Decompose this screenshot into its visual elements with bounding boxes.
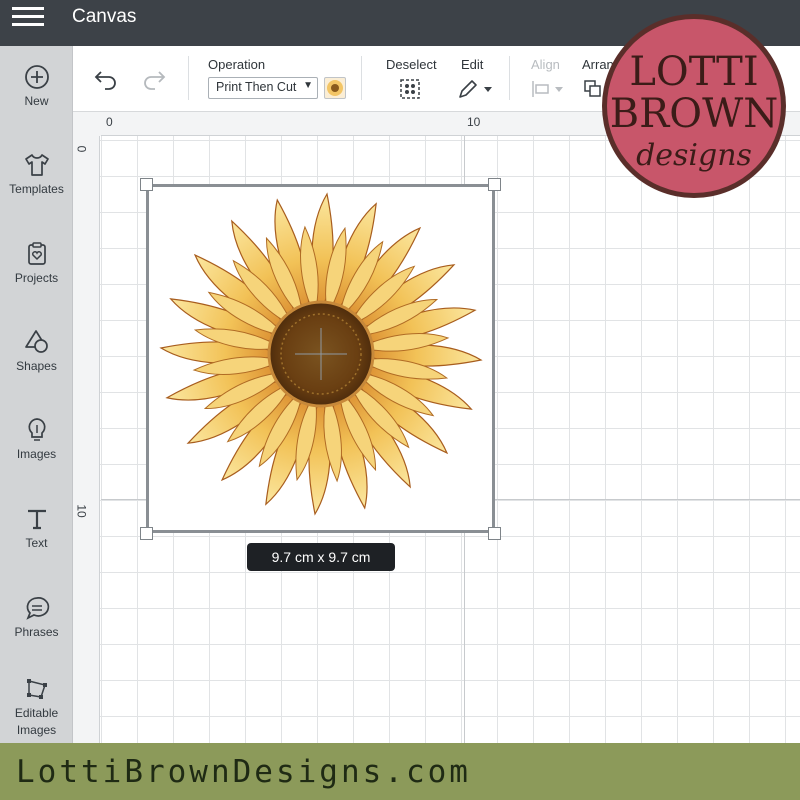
operation-select[interactable]: Print Then Cut ▼ <box>208 77 318 99</box>
image-swatch[interactable] <box>324 77 346 99</box>
sidebar-item-editable-images[interactable]: Editable Images <box>0 676 72 743</box>
left-sidebar: New Templates Projects Shapes Images Tex… <box>0 46 73 743</box>
undo-icon[interactable] <box>93 68 119 90</box>
bottom-banner: LottiBrownDesigns.com <box>0 743 800 800</box>
sidebar-item-label: Text <box>25 536 48 550</box>
operation-label: Operation <box>208 57 266 72</box>
edit-label: Edit <box>461 57 484 72</box>
clipboard-heart-icon <box>27 242 46 265</box>
ruler-top-tick: 0 <box>106 115 113 129</box>
redo-icon[interactable] <box>141 68 167 90</box>
sidebar-item-templates[interactable]: Templates <box>0 152 72 232</box>
resize-handle-top-left[interactable] <box>140 178 153 191</box>
shapes-icon <box>24 330 48 353</box>
operation-value: Print Then Cut <box>216 80 297 94</box>
sidebar-item-label-line2: Images <box>16 723 57 737</box>
sunflower-thumbnail-icon <box>327 80 343 96</box>
size-tooltip: 9.7 cm x 9.7 cm <box>247 543 395 571</box>
toolbar-divider <box>188 56 189 100</box>
sidebar-item-label: Editable <box>14 706 59 720</box>
sidebar-item-label: Images <box>16 447 57 461</box>
logo-line1: LOTTI <box>629 49 758 95</box>
page-title: Canvas <box>72 6 137 27</box>
banner-text: LottiBrownDesigns.com <box>16 754 471 790</box>
logo-line3: designs <box>636 138 752 173</box>
lightbulb-icon <box>27 418 46 441</box>
align-icon[interactable] <box>531 80 565 98</box>
align-label: Align <box>531 57 560 72</box>
resize-handle-bottom-left[interactable] <box>140 527 153 540</box>
logo-line2: BROWN <box>610 91 778 137</box>
sidebar-item-text[interactable]: Text <box>0 506 72 586</box>
edit-pencil-icon[interactable] <box>458 79 492 99</box>
resize-handle-top-right[interactable] <box>488 178 501 191</box>
sidebar-item-label: New <box>24 94 49 108</box>
sidebar-item-label: Projects <box>14 271 59 285</box>
plus-circle-icon <box>24 65 49 89</box>
sidebar-item-phrases[interactable]: Phrases <box>0 595 72 675</box>
ruler-corner <box>73 112 101 136</box>
toolbar-divider <box>509 56 510 100</box>
ruler-left <box>73 112 100 743</box>
deselect-icon[interactable] <box>399 78 421 100</box>
ruler-top-tick: 10 <box>467 115 481 129</box>
sidebar-item-label: Shapes <box>16 359 57 373</box>
resize-handle-bottom-right[interactable] <box>488 527 501 540</box>
brand-logo-lettering: LOTTI BROWN designs <box>610 49 778 173</box>
speech-bubble-icon <box>25 597 49 620</box>
sidebar-item-projects[interactable]: Projects <box>0 241 72 321</box>
sidebar-item-images[interactable]: Images <box>0 417 72 497</box>
sidebar-item-shapes[interactable]: Shapes <box>0 329 72 409</box>
selected-image-box[interactable] <box>146 184 495 533</box>
editable-image-icon <box>26 679 47 699</box>
text-t-icon <box>27 509 46 530</box>
ruler-left-tick: 10 <box>74 504 89 518</box>
sidebar-item-label: Templates <box>9 182 64 196</box>
brand-logo-fill: LOTTI BROWN designs <box>607 19 781 193</box>
deselect-label: Deselect <box>386 57 437 72</box>
caret-down-icon: ▼ <box>303 80 313 91</box>
brand-logo: LOTTI BROWN designs <box>602 14 786 198</box>
sidebar-item-new[interactable]: New <box>0 64 72 144</box>
sidebar-item-label: Phrases <box>14 625 59 639</box>
toolbar-divider <box>361 56 362 100</box>
ruler-left-tick: 0 <box>74 145 89 153</box>
tshirt-icon <box>24 154 49 176</box>
hamburger-menu-icon[interactable] <box>12 7 44 27</box>
sunflower-image[interactable] <box>149 187 492 530</box>
